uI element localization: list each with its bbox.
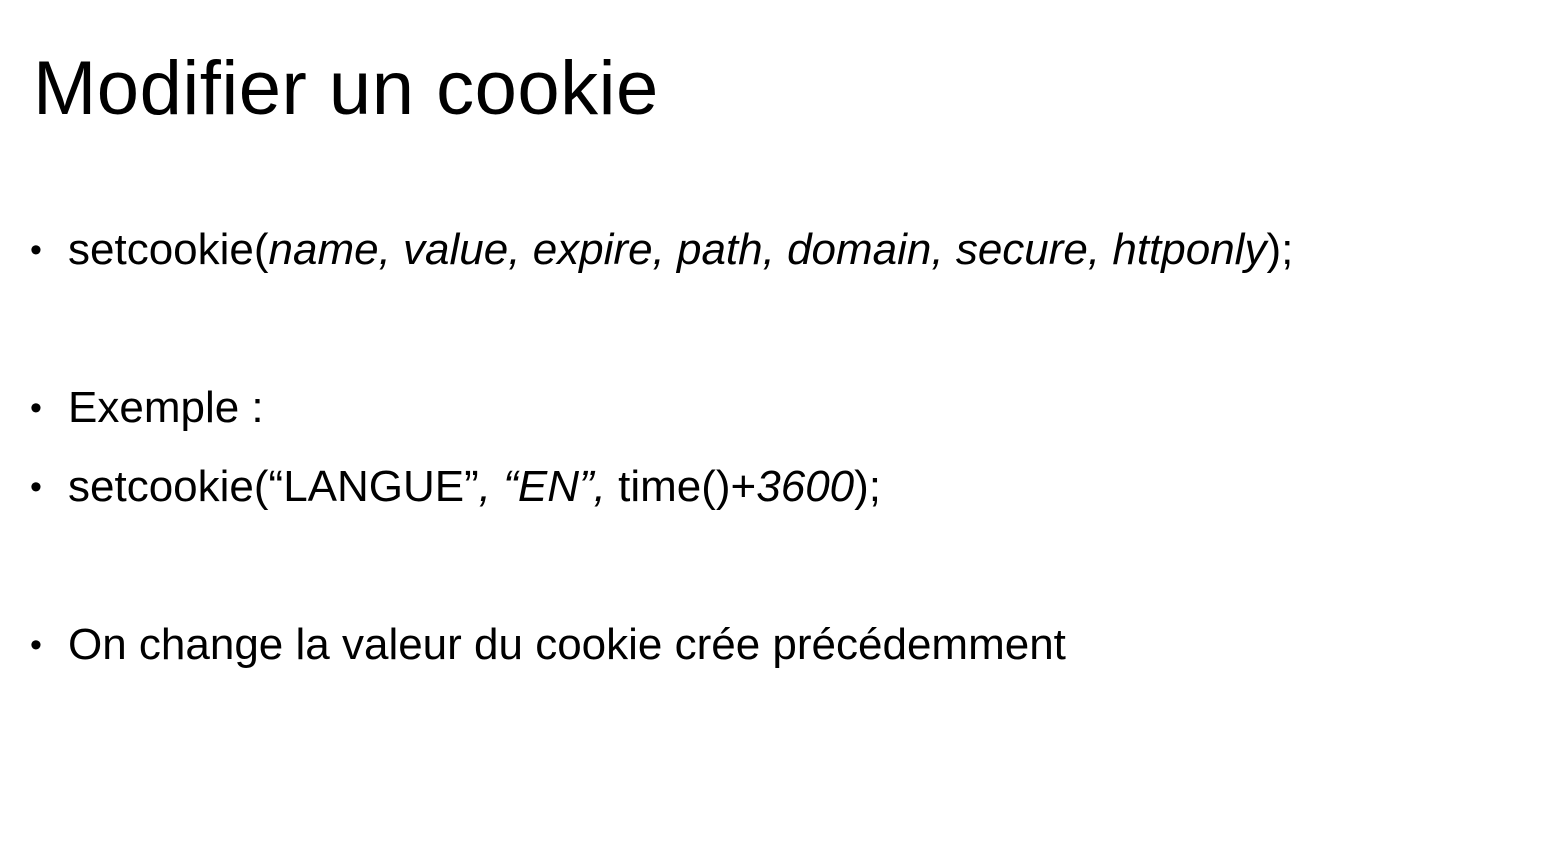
code-value-arg: , “EN”, [478,462,606,511]
bullet-item-syntax: • setcookie(name, value, expire, path, do… [30,224,1293,276]
bullet-icon: • [30,468,42,506]
slide: Modifier un cookie • setcookie(name, valu… [0,0,1544,844]
bullet-item-example-label: • Exemple : [30,382,264,434]
bullet-icon: • [30,231,42,269]
bullet-text: On change la valeur du cookie crée précé… [68,620,1066,669]
code-time-call: time()+ [605,462,757,511]
code-close: ); [1266,225,1294,274]
bullet-icon: • [30,389,42,427]
bullet-text: setcookie(“LANGUE”, “EN”, time()+3600); [68,461,881,513]
code-function: setcookie( [68,225,269,274]
slide-title: Modifier un cookie [33,46,659,131]
code-function: setcookie(“LANGUE” [68,462,479,511]
bullet-text: Exemple : [68,383,264,432]
bullet-item-example-code: • setcookie(“LANGUE”, “EN”, time()+3600); [30,461,881,513]
code-close: ); [854,462,882,511]
bullet-item-explanation: • On change la valeur du cookie crée préc… [30,619,1066,671]
code-duration-arg: 3600 [756,462,855,511]
bullet-text: setcookie(name, value, expire, path, dom… [68,224,1293,276]
bullet-icon: • [30,626,42,664]
code-parameters: name, value, expire, path, domain, secur… [268,225,1267,274]
